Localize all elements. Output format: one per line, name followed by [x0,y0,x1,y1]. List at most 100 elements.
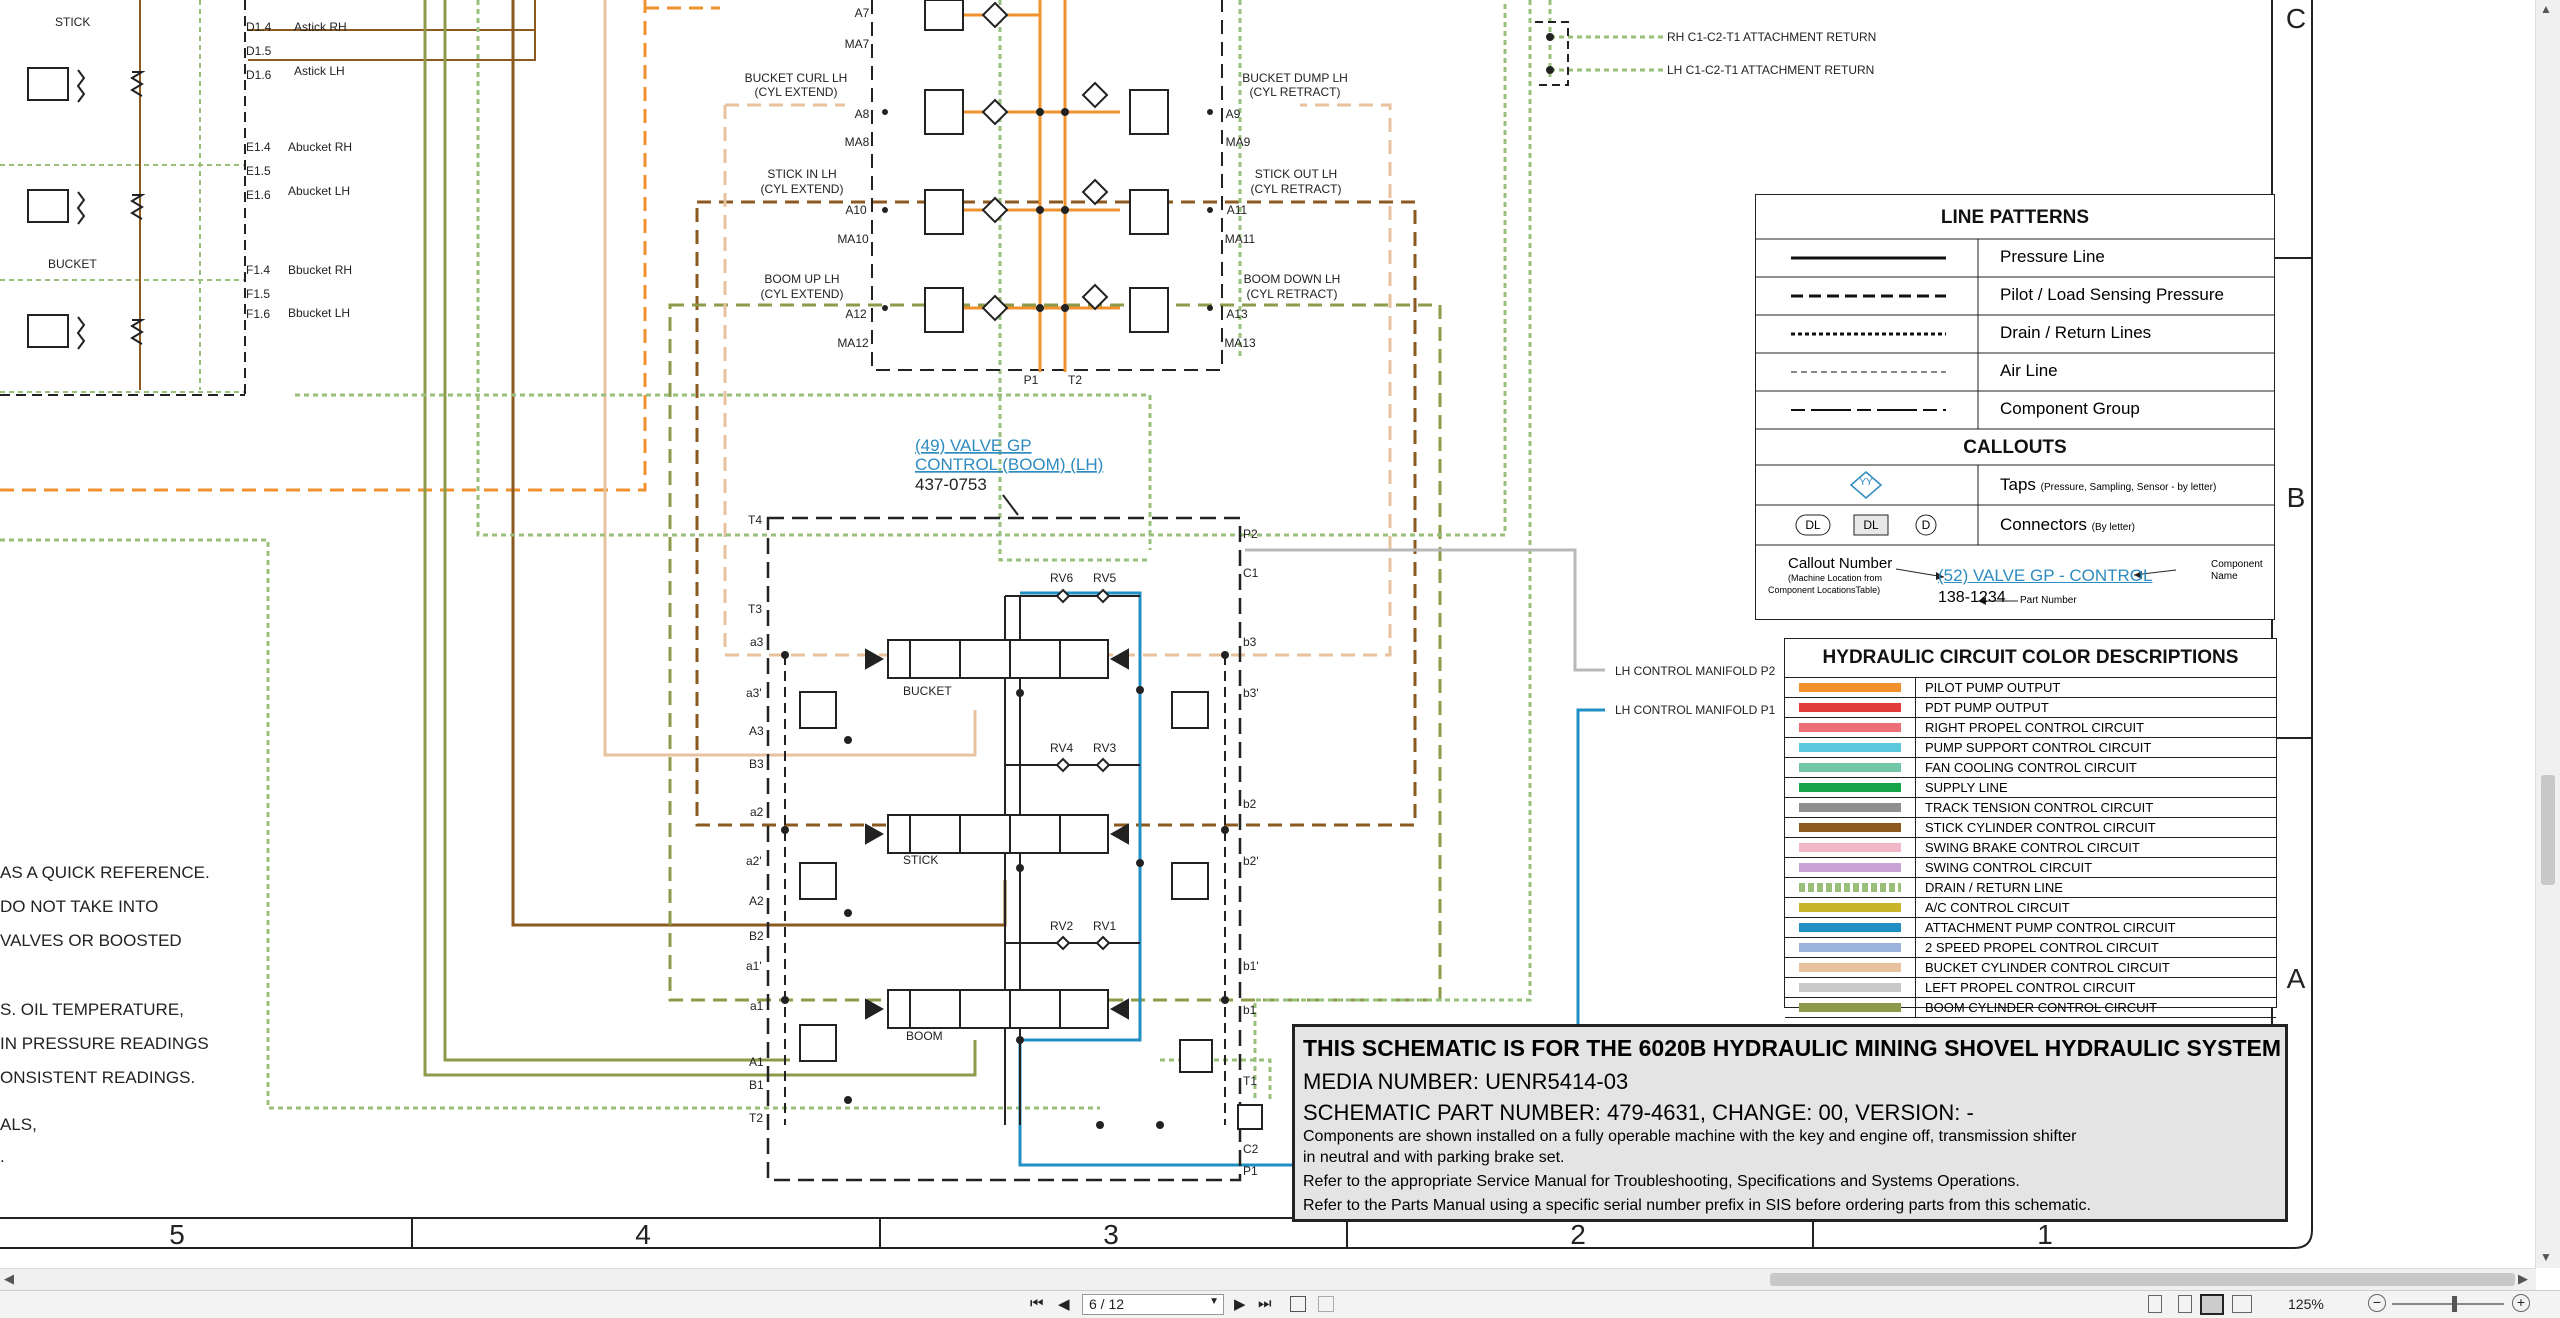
note-line: ALS, [0,1115,37,1134]
legend-air-line: Air Line [2000,361,2058,380]
svg-text:(CYL EXTEND): (CYL EXTEND) [761,182,844,196]
zoom-level[interactable]: 125% [2288,1296,2324,1312]
svg-text:(CYL RETRACT): (CYL RETRACT) [1251,182,1342,196]
example-part-number: 138-1234 [1938,589,2006,606]
title-note-4: Refer to the Parts Manual using a specif… [1303,1197,2091,1214]
color-legend-label: RIGHT PROPEL CONTROL CIRCUIT [1925,720,2145,735]
paste-icon[interactable] [1318,1296,1334,1312]
svg-text:T2: T2 [1068,373,1082,387]
manifold-p2-line [1245,548,1605,672]
color-legend-label: PILOT PUMP OUTPUT [1925,680,2061,695]
scroll-up-arrow[interactable]: ▲ [2540,2,2552,16]
page-number-field[interactable]: 6 / 12 ▼ [1082,1294,1224,1315]
label-lh-attachment-return: LH C1-C2-T1 ATTACHMENT RETURN [1667,63,1874,77]
svg-text:a3: a3 [750,635,764,649]
color-legend-row: SWING CONTROL CIRCUIT [1785,858,2276,878]
horizontal-scroll-thumb[interactable] [1770,1273,2515,1286]
upper-valve-group: A7 MA7 BUCKET CURL LH (CYL EXTEND) A8 MA… [745,0,1348,387]
color-swatch [1799,983,1901,992]
svg-text:(CYL EXTEND): (CYL EXTEND) [755,85,838,99]
color-legend-label: ATTACHMENT PUMP CONTROL CIRCUIT [1925,920,2176,935]
document-viewport[interactable]: C B A 5 4 3 2 1 STICK BUCKET D1.4 Astick… [0,0,2536,1268]
copy-icon[interactable] [1290,1296,1306,1312]
chevron-down-icon[interactable]: ▼ [1209,1296,1219,1307]
note-line: VALVES OR BOOSTED [0,931,182,950]
svg-text:B1: B1 [749,1078,764,1092]
svg-text:Bbucket LH: Bbucket LH [288,306,350,320]
example-callout-link[interactable]: (52) VALVE GP - CONTROL [1938,566,2152,586]
color-legend-title: HYDRAULIC CIRCUIT COLOR DESCRIPTIONS [1822,647,2239,668]
svg-text:MA9: MA9 [1226,135,1251,149]
horizontal-scrollbar[interactable]: ◀ ▶ [0,1268,2536,1291]
legend-pilot-line: Pilot / Load Sensing Pressure [2000,285,2224,304]
prev-page-icon[interactable]: ◀ [1058,1295,1070,1313]
label-stick: STICK [55,15,90,29]
svg-text:(CYL RETRACT): (CYL RETRACT) [1247,287,1338,301]
svg-text:C2: C2 [1243,1142,1259,1156]
last-page-icon[interactable]: ⏭ [1258,1295,1272,1312]
vertical-scrollbar[interactable]: ▲ ▼ [2535,0,2560,1268]
scroll-left-arrow[interactable]: ◀ [4,1271,14,1287]
zoom-out-icon[interactable]: − [2368,1294,2386,1312]
svg-text:D1.5: D1.5 [246,44,272,58]
color-legend-row: 2 SPEED PROPEL CONTROL CIRCUIT [1785,938,2276,958]
line-patterns-legend: LINE PATTERNS Pressure Line Pilot / Load… [1755,194,2275,620]
svg-text:MA8: MA8 [845,135,870,149]
color-legend-row: PDT PUMP OUTPUT [1785,698,2276,718]
color-legend-label: A/C CONTROL CIRCUIT [1925,900,2070,915]
color-swatch [1799,903,1901,912]
connector-symbol-2: DL [1863,518,1879,532]
zone-row-b: B [2287,482,2306,513]
svg-text:E1.5: E1.5 [246,164,271,178]
svg-text:A9: A9 [1226,107,1241,121]
color-legend-label: BUCKET CYLINDER CONTROL CIRCUIT [1925,960,2170,975]
scroll-right-arrow[interactable]: ▶ [2518,1271,2528,1287]
label-stick-in: STICK IN LH [767,167,836,181]
next-page-icon[interactable]: ▶ [1234,1295,1246,1313]
zone-row-a: A [2287,963,2306,994]
color-legend-label: DRAIN / RETURN LINE [1925,880,2063,895]
callouts-title: CALLOUTS [1963,437,2067,458]
single-page-view-icon[interactable] [2148,1295,2162,1313]
svg-text:a3': a3' [746,686,762,700]
legend-taps: Taps (Pressure, Sampling, Sensor - by le… [2000,475,2217,494]
first-page-icon[interactable]: ⏮ [1030,1295,1044,1312]
callout-49-part: 437-0753 [915,475,987,494]
svg-text:a2': a2' [746,854,762,868]
svg-text:RV2: RV2 [1050,919,1073,933]
two-page-view-icon[interactable] [2200,1294,2224,1315]
section-label-bucket: BUCKET [903,684,952,698]
color-swatch [1799,1003,1901,1012]
color-legend-label: STICK CYLINDER CONTROL CIRCUIT [1925,820,2156,835]
color-swatch [1799,803,1901,812]
svg-text:A10: A10 [845,203,867,217]
scroll-down-arrow[interactable]: ▼ [2540,1250,2552,1264]
svg-text:RV3: RV3 [1093,741,1116,755]
zone-row-c: C [2286,3,2306,34]
note-line: ONSISTENT READINGS. [0,1068,195,1087]
zoom-slider[interactable] [2392,1296,2504,1312]
label-stick-out: STICK OUT LH [1255,167,1337,181]
zoom-slider-handle[interactable] [2452,1296,2457,1312]
vertical-scroll-thumb[interactable] [2541,775,2555,885]
color-legend-row: BUCKET CYLINDER CONTROL CIRCUIT [1785,958,2276,978]
left-pressure-reducing-valves [27,67,146,350]
color-legend-row: FAN COOLING CONTROL CIRCUIT [1785,758,2276,778]
color-swatch [1799,743,1901,752]
continuous-view-icon[interactable] [2178,1295,2192,1313]
svg-text:RV6: RV6 [1050,571,1073,585]
svg-text:a1': a1' [746,959,762,973]
color-legend-label: PDT PUMP OUTPUT [1925,700,2049,715]
label-bucket-curl: BUCKET CURL LH [745,71,848,85]
svg-text:P1: P1 [1024,373,1039,387]
color-swatch [1799,723,1901,732]
zone-col-1: 1 [2037,1219,2053,1250]
color-legend-row: TRACK TENSION CONTROL CIRCUIT [1785,798,2276,818]
title-note-2: in neutral and with parking brake set. [1303,1149,1565,1166]
connector-symbol-3: D [1921,518,1931,532]
label-manifold-p1: LH CONTROL MANIFOLD P1 [1615,703,1776,717]
schematic-part-number: SCHEMATIC PART NUMBER: 479-4631, CHANGE:… [1303,1100,1974,1125]
zoom-in-icon[interactable]: + [2512,1294,2530,1312]
two-page-continuous-icon[interactable] [2232,1295,2252,1313]
color-legend-row: BOOM CYLINDER CONTROL CIRCUIT [1785,998,2276,1018]
